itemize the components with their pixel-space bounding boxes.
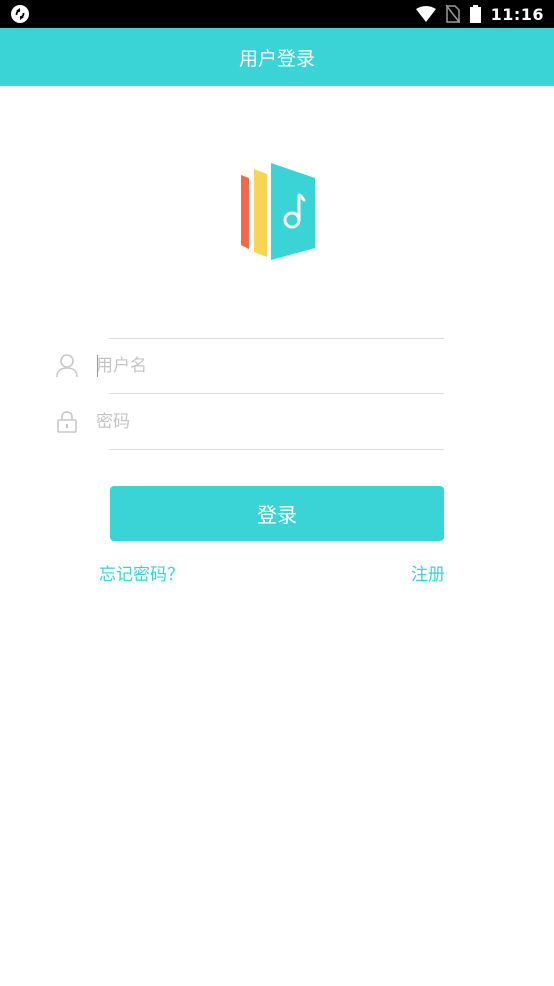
wifi-icon xyxy=(415,6,436,22)
battery-icon xyxy=(469,5,481,23)
divider-bottom xyxy=(109,449,444,450)
user-icon xyxy=(56,354,78,378)
password-input[interactable] xyxy=(96,402,444,442)
app-bar: 用户登录 xyxy=(0,28,554,86)
forgot-password-link[interactable]: 忘记密码？ xyxy=(99,560,184,585)
status-bar: 11:16 xyxy=(0,0,554,28)
register-link[interactable]: 注册 xyxy=(411,560,445,585)
text-cursor xyxy=(97,355,98,377)
divider-middle xyxy=(109,393,444,394)
status-time: 11:16 xyxy=(490,4,544,24)
no-sim-icon xyxy=(445,5,460,23)
music-book-logo xyxy=(241,163,315,260)
lock-icon xyxy=(57,411,77,433)
divider-top xyxy=(109,338,444,339)
app-sync-icon xyxy=(11,5,29,23)
login-button[interactable]: 登录 xyxy=(110,486,444,541)
page-title: 用户登录 xyxy=(238,47,315,70)
username-input[interactable] xyxy=(96,346,444,386)
